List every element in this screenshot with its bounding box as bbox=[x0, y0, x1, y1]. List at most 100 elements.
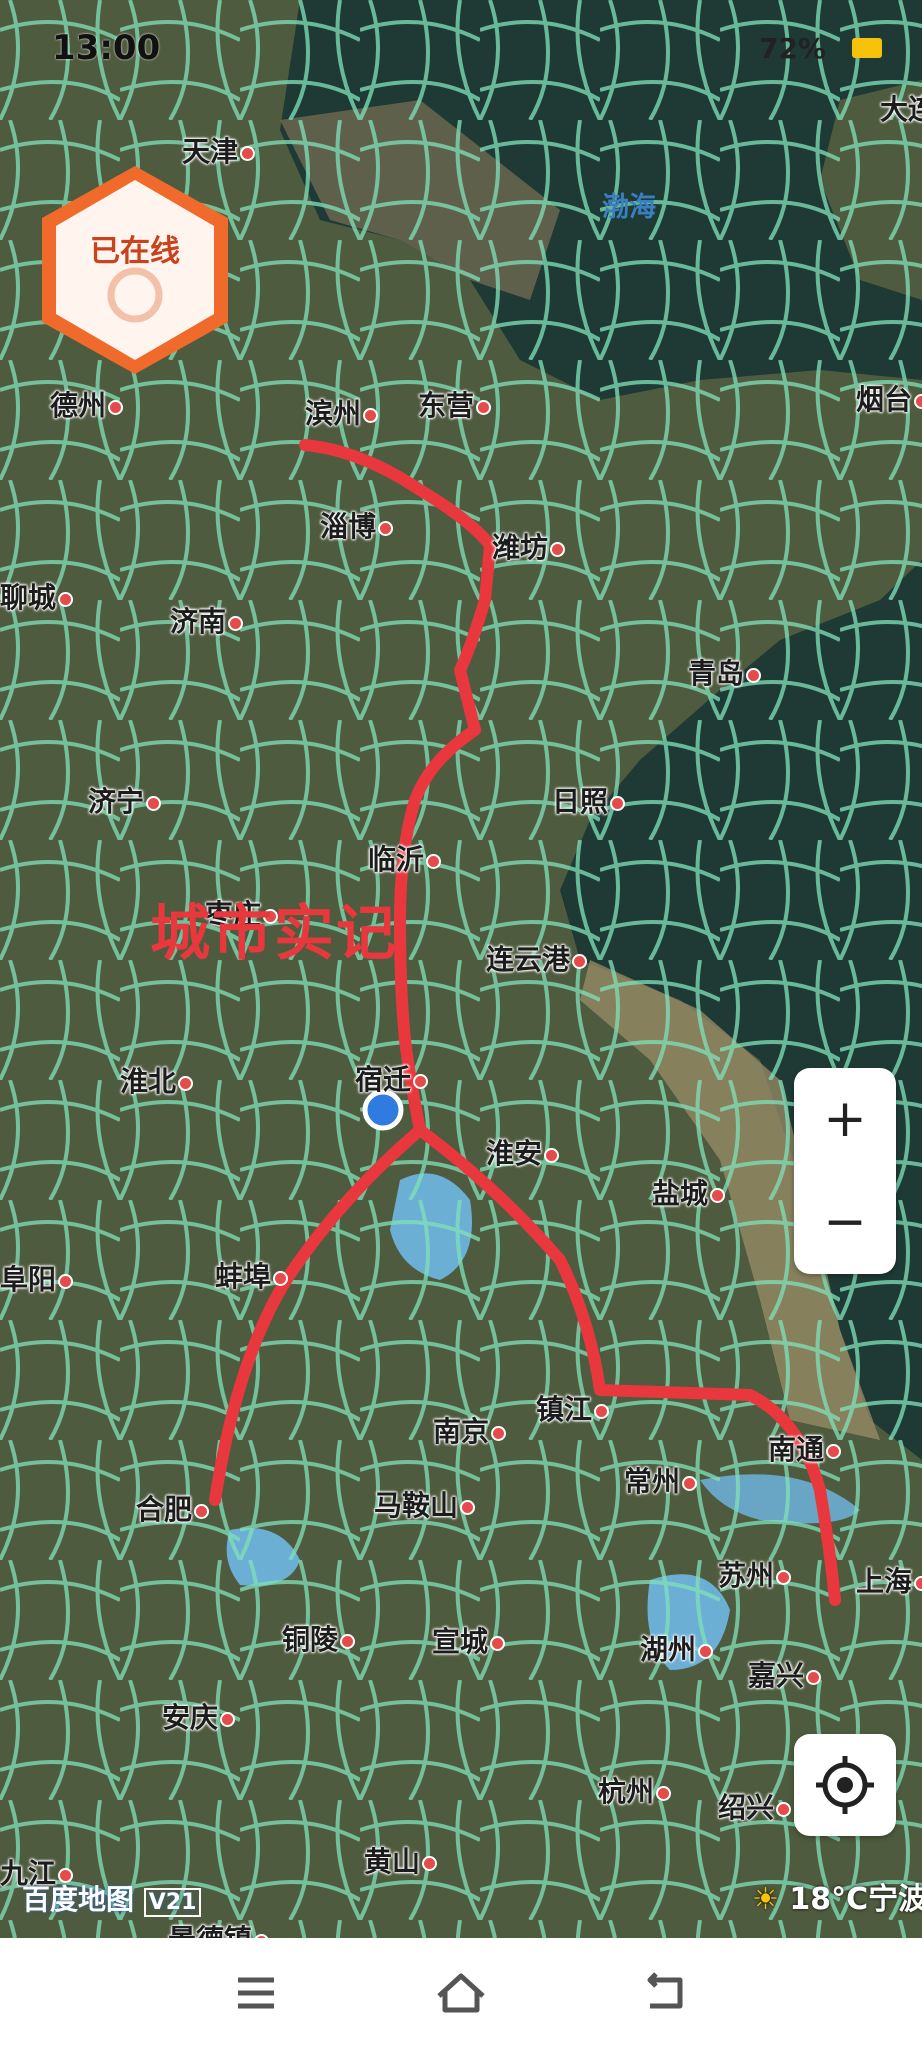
city-label[interactable]: 嘉兴 bbox=[748, 1654, 822, 1694]
city-label[interactable]: 聊城 bbox=[0, 576, 74, 616]
status-bar: 13:00 72% bbox=[0, 22, 922, 72]
city-dot-icon bbox=[413, 1073, 429, 1089]
city-label[interactable]: 南京 bbox=[433, 1410, 507, 1450]
city-dot-icon bbox=[340, 1633, 356, 1649]
city-dot-icon bbox=[240, 145, 256, 161]
city-dot-icon bbox=[610, 795, 626, 811]
weather-location: 宁波 bbox=[868, 1882, 922, 1917]
city-label[interactable]: 湖州 bbox=[640, 1628, 714, 1668]
city-label[interactable]: 东营 bbox=[418, 384, 492, 424]
city-dot-icon bbox=[460, 1499, 476, 1515]
city-dot-icon bbox=[776, 1801, 792, 1817]
city-label[interactable]: 宿迁 bbox=[355, 1058, 429, 1098]
city-label[interactable]: 德州 bbox=[50, 384, 124, 424]
city-dot-icon bbox=[146, 795, 162, 811]
zoom-in-button[interactable]: + bbox=[794, 1068, 896, 1171]
city-dot-icon bbox=[426, 853, 442, 869]
city-dot-icon bbox=[194, 1503, 210, 1519]
city-dot-icon bbox=[544, 1147, 560, 1163]
locate-icon bbox=[816, 1756, 874, 1814]
menu-icon bbox=[238, 1977, 274, 2009]
city-dot-icon bbox=[491, 1425, 507, 1441]
city-dot-icon bbox=[776, 1569, 792, 1585]
weather-widget[interactable]: ☀ 18°C宁波 bbox=[752, 1874, 922, 1918]
city-dot-icon bbox=[220, 1711, 236, 1727]
city-label[interactable]: 镇江 bbox=[536, 1388, 610, 1428]
city-dot-icon bbox=[58, 591, 74, 607]
back-button[interactable] bbox=[626, 1958, 706, 2028]
city-dot-icon bbox=[682, 1475, 698, 1491]
city-label[interactable]: 烟台 bbox=[856, 378, 922, 418]
city-label[interactable]: 连云港 bbox=[486, 938, 588, 978]
battery-percent: 72% bbox=[758, 32, 826, 65]
city-dot-icon bbox=[58, 1273, 74, 1289]
watermark-text: 城市实记 bbox=[150, 899, 398, 969]
city-label[interactable]: 阜阳 bbox=[0, 1258, 74, 1298]
city-dot-icon bbox=[806, 1669, 822, 1685]
city-label[interactable]: 合肥 bbox=[136, 1488, 210, 1528]
online-status-label: 已在线 bbox=[90, 234, 180, 269]
city-dot-icon bbox=[698, 1643, 714, 1659]
status-time: 13:00 bbox=[52, 28, 161, 68]
city-label[interactable]: 临沂 bbox=[368, 838, 442, 878]
zoom-out-button[interactable]: − bbox=[794, 1171, 896, 1274]
city-label[interactable]: 杭州 bbox=[598, 1770, 672, 1810]
weather-temp: 18°C bbox=[789, 1882, 869, 1917]
home-icon bbox=[437, 1973, 485, 2013]
city-dot-icon bbox=[273, 1270, 289, 1286]
city-label[interactable]: 大连 bbox=[880, 88, 922, 128]
city-label[interactable]: 黄山 bbox=[364, 1840, 438, 1880]
city-dot-icon bbox=[228, 615, 244, 631]
water-label-bohai: 渤海 bbox=[602, 192, 656, 223]
city-dot-icon bbox=[108, 399, 124, 415]
city-label[interactable]: 上海 bbox=[856, 1560, 922, 1600]
city-label[interactable]: 苏州 bbox=[718, 1554, 792, 1594]
city-label[interactable]: 青岛 bbox=[688, 652, 762, 692]
city-dot-icon bbox=[476, 399, 492, 415]
zoom-controls: + − bbox=[794, 1068, 896, 1274]
city-label[interactable]: 马鞍山 bbox=[374, 1484, 476, 1524]
city-label[interactable]: 淮安 bbox=[486, 1132, 560, 1172]
city-label[interactable]: 日照 bbox=[552, 780, 626, 820]
city-label[interactable]: 淄博 bbox=[320, 505, 394, 545]
city-dot-icon bbox=[422, 1855, 438, 1871]
city-dot-icon bbox=[594, 1403, 610, 1419]
city-label[interactable]: 常州 bbox=[624, 1460, 698, 1500]
system-nav-bar bbox=[0, 1938, 922, 2048]
city-dot-icon bbox=[572, 953, 588, 969]
city-label[interactable]: 济南 bbox=[170, 600, 244, 640]
back-icon bbox=[647, 1972, 683, 2009]
city-dot-icon bbox=[914, 1575, 922, 1591]
sun-icon: ☀ bbox=[752, 1882, 779, 1917]
city-label[interactable]: 蚌埠 bbox=[215, 1255, 289, 1295]
city-label[interactable]: 绍兴 bbox=[718, 1786, 792, 1826]
map-attribution: 百度地图 V21 bbox=[22, 1878, 202, 1918]
city-label[interactable]: 景德镇 bbox=[168, 1918, 270, 1938]
city-dot-icon bbox=[914, 393, 922, 409]
city-label[interactable]: 潍坊 bbox=[492, 526, 566, 566]
home-button[interactable] bbox=[421, 1958, 501, 2028]
locate-button[interactable] bbox=[794, 1734, 896, 1836]
city-label[interactable]: 淮北 bbox=[120, 1060, 194, 1100]
city-dot-icon bbox=[378, 520, 394, 536]
map-version-badge: V21 bbox=[143, 1888, 202, 1917]
city-dot-icon bbox=[826, 1443, 842, 1459]
city-label[interactable]: 安庆 bbox=[162, 1696, 236, 1736]
city-dot-icon bbox=[178, 1075, 194, 1091]
city-label[interactable]: 宣城 bbox=[432, 1620, 506, 1660]
city-label[interactable]: 盐城 bbox=[652, 1172, 726, 1212]
battery-icon bbox=[852, 38, 882, 58]
badge-hexagon-icon bbox=[42, 166, 228, 374]
online-status-badge[interactable]: 已在线 bbox=[32, 160, 238, 380]
city-label[interactable]: 南通 bbox=[768, 1428, 842, 1468]
menu-button[interactable] bbox=[216, 1958, 296, 2028]
city-dot-icon bbox=[490, 1635, 506, 1651]
city-dot-icon bbox=[746, 667, 762, 683]
city-label[interactable]: 铜陵 bbox=[282, 1618, 356, 1658]
city-dot-icon bbox=[656, 1785, 672, 1801]
city-dot-icon bbox=[363, 407, 379, 423]
city-label[interactable]: 济宁 bbox=[88, 780, 162, 820]
city-label[interactable]: 滨州 bbox=[305, 392, 379, 432]
city-dot-icon bbox=[710, 1187, 726, 1203]
city-dot-icon bbox=[550, 541, 566, 557]
